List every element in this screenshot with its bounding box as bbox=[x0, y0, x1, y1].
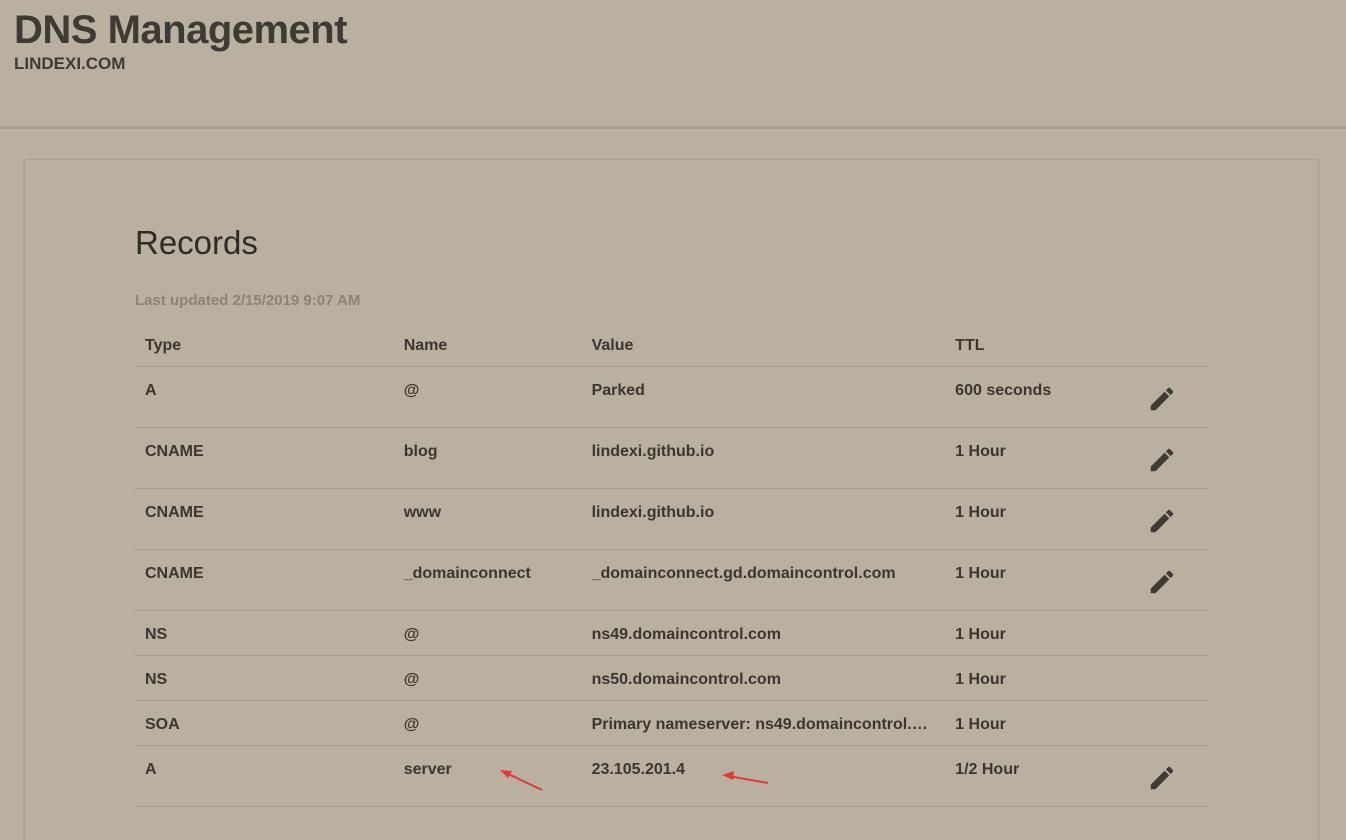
cell-type: CNAME bbox=[135, 427, 394, 489]
cell-name: www bbox=[393, 488, 582, 550]
cell-type: A bbox=[135, 366, 394, 428]
cell-name: @ bbox=[393, 700, 582, 746]
record-ttl: 1/2 Hour bbox=[955, 761, 1020, 778]
record-type: A bbox=[145, 382, 157, 399]
record-type: CNAME bbox=[145, 504, 204, 521]
cell-name: server bbox=[393, 745, 582, 807]
record-name: www bbox=[403, 504, 442, 521]
cell-value: _domainconnect.gd.domaincontrol.com bbox=[581, 549, 946, 611]
records-card: Records Last updated 2/15/2019 9:07 AM T… bbox=[25, 160, 1318, 840]
cell-ttl: 600 seconds bbox=[945, 366, 1130, 428]
cell-value: Parked bbox=[581, 366, 946, 428]
pencil-icon[interactable] bbox=[1147, 384, 1177, 419]
table-row: CNAME www lindexi.github.io 1 Hour bbox=[135, 488, 1208, 550]
cell-actions bbox=[1129, 366, 1208, 428]
cell-type: NS bbox=[135, 610, 394, 656]
cell-actions bbox=[1129, 610, 1208, 656]
cell-value: lindexi.github.io bbox=[581, 427, 946, 489]
record-ttl: 1 Hour bbox=[955, 716, 1006, 733]
record-ttl: 1 Hour bbox=[955, 443, 1006, 460]
record-name: blog bbox=[403, 443, 438, 460]
cell-actions bbox=[1129, 745, 1208, 807]
cell-value: lindexi.github.io bbox=[581, 488, 946, 550]
table-row: NS @ ns50.domaincontrol.com 1 Hour bbox=[135, 655, 1208, 701]
column-header-actions bbox=[1129, 326, 1208, 367]
pencil-icon[interactable] bbox=[1147, 506, 1177, 541]
cell-ttl: 1 Hour bbox=[945, 610, 1130, 656]
record-value: Parked bbox=[591, 382, 645, 399]
cell-ttl: 1 Hour bbox=[945, 549, 1130, 611]
records-title: Records bbox=[135, 224, 258, 261]
cell-ttl: 1 Hour bbox=[945, 700, 1130, 746]
record-ttl: 1 Hour bbox=[955, 671, 1006, 688]
cell-name: @ bbox=[393, 610, 582, 656]
record-value: _domainconnect.gd.domaincontrol.com bbox=[591, 565, 896, 582]
cell-type: CNAME bbox=[135, 549, 394, 611]
cell-actions bbox=[1129, 427, 1208, 489]
cell-name: _domainconnect bbox=[393, 549, 582, 611]
record-name: @ bbox=[403, 671, 420, 688]
pencil-icon[interactable] bbox=[1147, 763, 1177, 798]
cell-value: Primary nameserver: ns49.domaincontrol.c… bbox=[581, 700, 946, 746]
record-ttl: 1 Hour bbox=[955, 504, 1006, 521]
cell-ttl: 1 Hour bbox=[945, 655, 1130, 701]
table-row: CNAME blog lindexi.github.io 1 Hour bbox=[135, 427, 1208, 489]
column-header-type: Type bbox=[135, 326, 394, 367]
record-name: @ bbox=[403, 716, 420, 733]
last-updated: Last updated 2/15/2019 9:07 AM bbox=[135, 292, 361, 309]
page-header: DNS Management LINDEXI.COM bbox=[0, 0, 1346, 129]
red-arrow-icon bbox=[722, 771, 769, 784]
cell-name: @ bbox=[393, 655, 582, 701]
record-type: CNAME bbox=[145, 565, 204, 582]
cell-name: blog bbox=[393, 427, 582, 489]
record-type: A bbox=[145, 761, 157, 778]
record-name: @ bbox=[403, 626, 420, 643]
cell-actions bbox=[1129, 488, 1208, 550]
cell-type: CNAME bbox=[135, 488, 394, 550]
column-header-ttl: TTL bbox=[945, 326, 1130, 367]
record-value: ns50.domaincontrol.com bbox=[591, 671, 781, 688]
cell-actions bbox=[1129, 549, 1208, 611]
cell-actions bbox=[1129, 655, 1208, 701]
cell-type: SOA bbox=[135, 700, 394, 746]
table-row: NS @ ns49.domaincontrol.com 1 Hour bbox=[135, 610, 1208, 656]
column-header-value: Value bbox=[581, 326, 946, 367]
cell-value: ns49.domaincontrol.com bbox=[581, 610, 946, 656]
record-value: lindexi.github.io bbox=[591, 443, 715, 460]
record-name: server bbox=[403, 761, 452, 778]
records-table: Type Name Value TTL A @ Parked 600 seconds C… bbox=[135, 326, 1208, 807]
cell-ttl: 1 Hour bbox=[945, 488, 1130, 550]
cell-name: @ bbox=[393, 366, 582, 428]
table-row: A @ Parked 600 seconds bbox=[135, 366, 1208, 428]
cell-value: ns50.domaincontrol.com bbox=[581, 655, 946, 701]
record-value: Primary nameserver: ns49.domaincontrol.c… bbox=[591, 716, 932, 733]
cell-type: NS bbox=[135, 655, 394, 701]
record-name: @ bbox=[403, 382, 420, 399]
table-row: CNAME _domainconnect _domainconnect.gd.dom… bbox=[135, 549, 1208, 611]
record-type: SOA bbox=[145, 716, 180, 733]
cell-type: A bbox=[135, 745, 394, 807]
cell-actions bbox=[1129, 700, 1208, 746]
table-row: Aserver 23.105.201.4 1/2 Hour bbox=[135, 745, 1208, 807]
record-ttl: 1 Hour bbox=[955, 565, 1006, 582]
cell-ttl: 1 Hour bbox=[945, 427, 1130, 489]
record-name: _domainconnect bbox=[403, 565, 531, 582]
pencil-icon[interactable] bbox=[1147, 567, 1177, 602]
red-arrow-icon bbox=[500, 770, 543, 791]
domain-name: LINDEXI.COM bbox=[14, 54, 126, 73]
record-type: NS bbox=[145, 626, 168, 643]
record-ttl: 600 seconds bbox=[955, 382, 1052, 399]
table-row: SOA @ Primary nameserver: ns49.domaincontr… bbox=[135, 700, 1208, 746]
table-header-row: Type Name Value TTL bbox=[135, 326, 1208, 367]
record-ttl: 1 Hour bbox=[955, 626, 1006, 643]
column-header-name: Name bbox=[393, 326, 582, 367]
pencil-icon[interactable] bbox=[1147, 445, 1177, 480]
record-value: ns49.domaincontrol.com bbox=[591, 626, 781, 643]
record-value: lindexi.github.io bbox=[591, 504, 715, 521]
cell-ttl: 1/2 Hour bbox=[945, 745, 1130, 807]
record-type: CNAME bbox=[145, 443, 204, 460]
page-title: DNS Management bbox=[14, 8, 348, 52]
record-type: NS bbox=[145, 671, 168, 688]
